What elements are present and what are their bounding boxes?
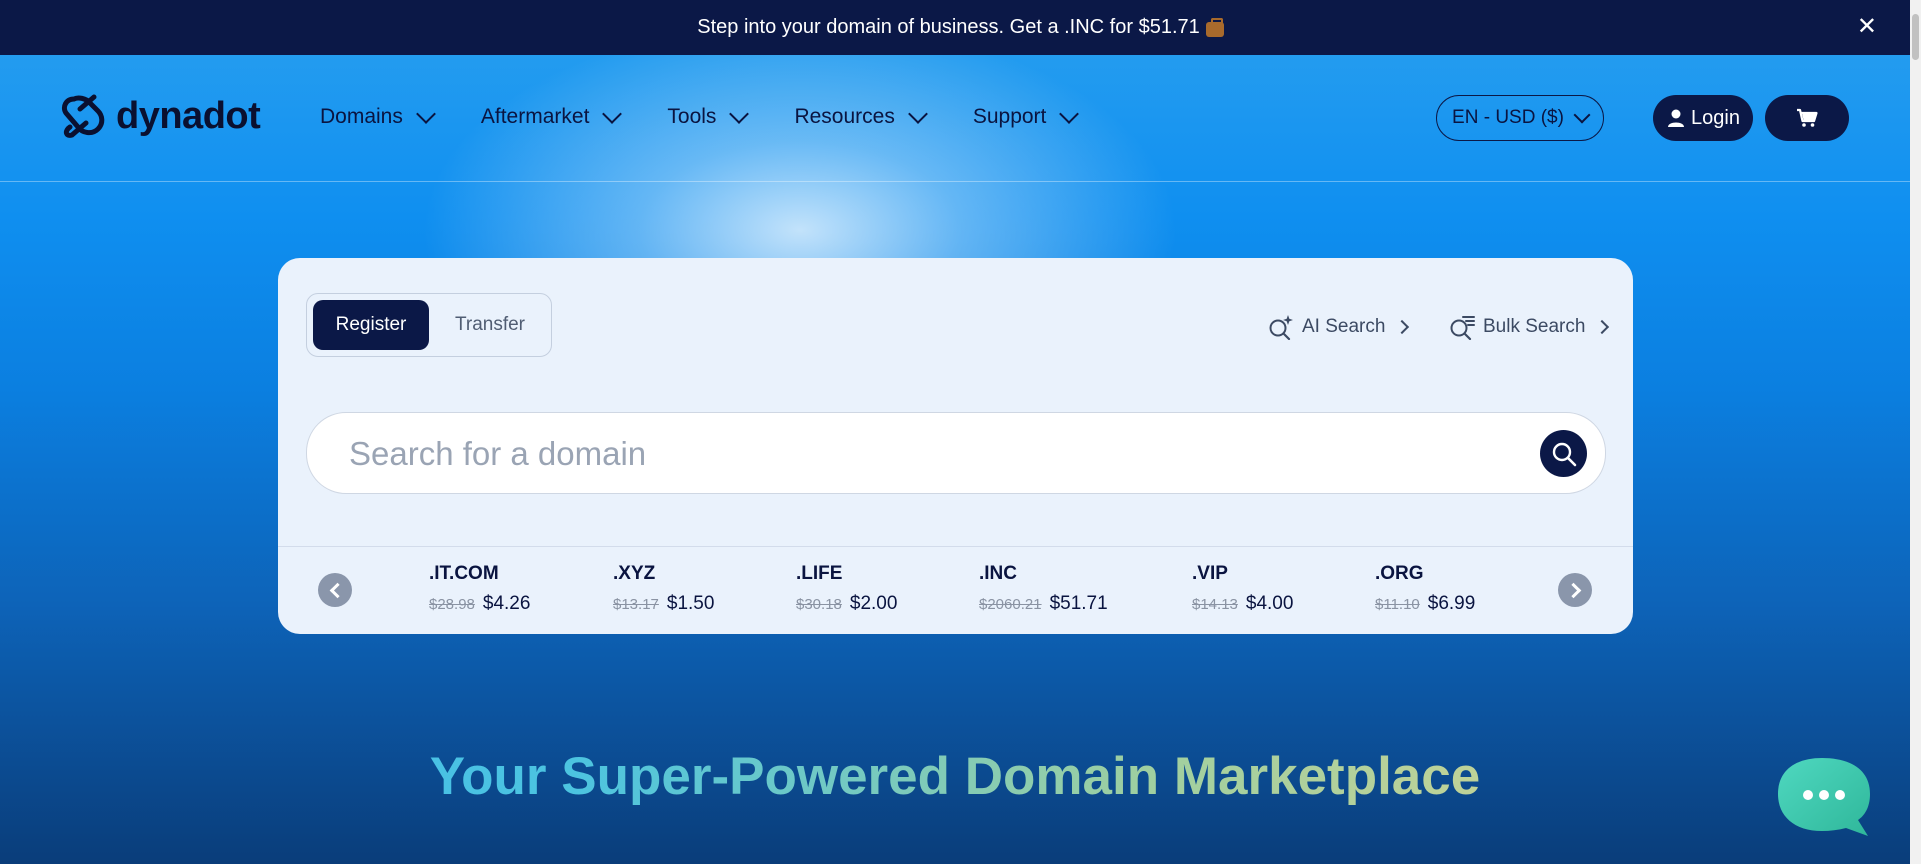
tld-name: .VIP bbox=[1192, 563, 1228, 584]
tld-item[interactable]: .INC $2060.21 $51.71 bbox=[979, 563, 1108, 615]
nav-domains[interactable]: Domains bbox=[320, 103, 436, 129]
login-button[interactable]: Login bbox=[1653, 95, 1753, 141]
tld-new-price: $1.50 bbox=[666, 593, 715, 614]
logo-text: dynadot bbox=[116, 94, 261, 137]
tld-name: .XYZ bbox=[613, 563, 656, 584]
tld-old-price: $30.18 bbox=[796, 596, 842, 613]
nav-support[interactable]: Support bbox=[972, 103, 1080, 129]
cart-icon bbox=[1797, 108, 1818, 127]
chevron-left-icon bbox=[329, 582, 345, 598]
nav-resources[interactable]: Resources bbox=[794, 103, 928, 129]
nav-tools-label: Tools bbox=[667, 105, 717, 128]
cart-button[interactable] bbox=[1765, 95, 1849, 141]
tld-new-price: $51.71 bbox=[1049, 593, 1108, 614]
carousel-next-button[interactable] bbox=[1558, 573, 1592, 607]
search-icon bbox=[1552, 442, 1576, 466]
page-scrollbar[interactable] bbox=[1910, 0, 1921, 864]
tld-name: .IT.COM bbox=[429, 563, 499, 584]
language-currency-label: EN - USD ($) bbox=[1452, 107, 1564, 128]
promo-text: Step into your domain of business. Get a… bbox=[697, 16, 1200, 38]
chevron-down-icon bbox=[1573, 106, 1591, 124]
ai-search-link[interactable]: AI Search bbox=[1268, 314, 1410, 340]
login-label: Login bbox=[1691, 106, 1740, 129]
chevron-right-icon bbox=[1395, 319, 1410, 335]
tld-old-price: $11.10 bbox=[1375, 596, 1420, 613]
tld-old-price: $28.98 bbox=[429, 596, 475, 613]
tld-old-price: $13.17 bbox=[613, 596, 659, 613]
tld-new-price: $4.26 bbox=[482, 593, 531, 614]
chevron-right-icon bbox=[1595, 319, 1610, 335]
nav-support-label: Support bbox=[972, 105, 1047, 128]
briefcase-icon bbox=[1205, 18, 1224, 37]
nav-domains-label: Domains bbox=[320, 105, 403, 128]
domain-search-box bbox=[306, 412, 1606, 495]
chevron-down-icon bbox=[602, 103, 623, 124]
chevron-down-icon bbox=[907, 103, 928, 124]
chat-widget-button[interactable] bbox=[1776, 756, 1871, 836]
tld-new-price: $4.00 bbox=[1245, 593, 1294, 614]
nav-aftermarket[interactable]: Aftermarket bbox=[480, 103, 623, 129]
carousel-prev-button[interactable] bbox=[318, 573, 352, 607]
chevron-down-icon bbox=[1059, 103, 1080, 124]
tld-name: .ORG bbox=[1375, 563, 1424, 584]
scrollbar-thumb[interactable] bbox=[1912, 14, 1919, 60]
language-currency-selector[interactable]: EN - USD ($) bbox=[1436, 95, 1604, 141]
logo[interactable]: dynadot bbox=[60, 93, 261, 139]
tld-new-price: $2.00 bbox=[849, 593, 898, 614]
tld-name: .INC bbox=[979, 563, 1017, 584]
ai-search-icon bbox=[1269, 315, 1293, 340]
promo-close-button[interactable]: ✕ bbox=[1857, 12, 1877, 41]
chevron-down-icon bbox=[415, 103, 436, 124]
tld-price-carousel: .IT.COM $28.98 $4.26 .XYZ $13.17 $1.50 .… bbox=[278, 546, 1633, 635]
tld-item[interactable]: .XYZ $13.17 $1.50 bbox=[613, 563, 714, 615]
nav-tools[interactable]: Tools bbox=[667, 103, 750, 129]
search-submit-button[interactable] bbox=[1540, 430, 1587, 477]
chevron-right-icon bbox=[1565, 582, 1581, 598]
register-transfer-toggle: Register Transfer bbox=[306, 293, 552, 357]
domain-search-input[interactable] bbox=[347, 413, 1501, 495]
main-nav: Domains Aftermarket Tools Resources Supp… bbox=[320, 103, 1124, 129]
chevron-down-icon bbox=[729, 103, 750, 124]
tld-old-price: $14.13 bbox=[1192, 596, 1238, 613]
nav-resources-label: Resources bbox=[794, 105, 895, 128]
dynadot-logo-icon bbox=[61, 94, 105, 138]
bulk-search-icon bbox=[1450, 316, 1475, 340]
user-icon bbox=[1668, 109, 1685, 127]
bulk-search-link[interactable]: Bulk Search bbox=[1449, 314, 1610, 340]
tab-transfer[interactable]: Transfer bbox=[435, 300, 545, 350]
tld-item[interactable]: .IT.COM $28.98 $4.26 bbox=[429, 563, 530, 615]
hero-title: Your Super-Powered Domain Marketplace bbox=[0, 746, 1910, 807]
chat-bubble-icon bbox=[1778, 758, 1870, 836]
site-header: dynadot Domains Aftermarket Tools Resour… bbox=[0, 55, 1910, 182]
domain-search-card: Register Transfer AI Search Bulk Search bbox=[278, 258, 1633, 634]
tld-item[interactable]: .VIP $14.13 $4.00 bbox=[1192, 563, 1293, 615]
nav-aftermarket-label: Aftermarket bbox=[480, 105, 590, 128]
ai-search-label: AI Search bbox=[1302, 316, 1386, 337]
tld-new-price: $6.99 bbox=[1427, 593, 1476, 614]
tld-name: .LIFE bbox=[796, 563, 843, 584]
tld-old-price: $2060.21 bbox=[979, 596, 1042, 613]
tld-item[interactable]: .LIFE $30.18 $2.00 bbox=[796, 563, 897, 615]
tab-register[interactable]: Register bbox=[313, 300, 429, 350]
tld-item[interactable]: .ORG $11.10 $6.99 bbox=[1375, 563, 1475, 615]
promo-banner: Step into your domain of business. Get a… bbox=[0, 0, 1921, 55]
bulk-search-label: Bulk Search bbox=[1483, 316, 1586, 337]
